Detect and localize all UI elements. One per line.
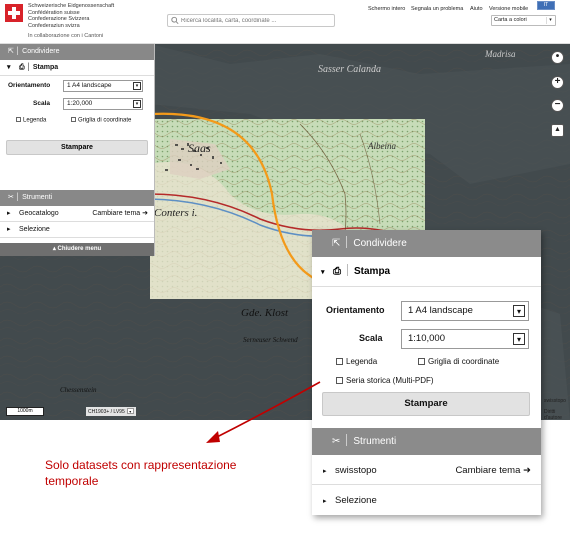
annotation-caption: Solo datasets con rappresentazione tempo…	[45, 458, 237, 488]
annotation-overlay	[206, 381, 321, 443]
screenshot-root: { "header": { "confederation_lines": ["S…	[0, 0, 570, 535]
annotation-red-arrow	[214, 381, 321, 439]
